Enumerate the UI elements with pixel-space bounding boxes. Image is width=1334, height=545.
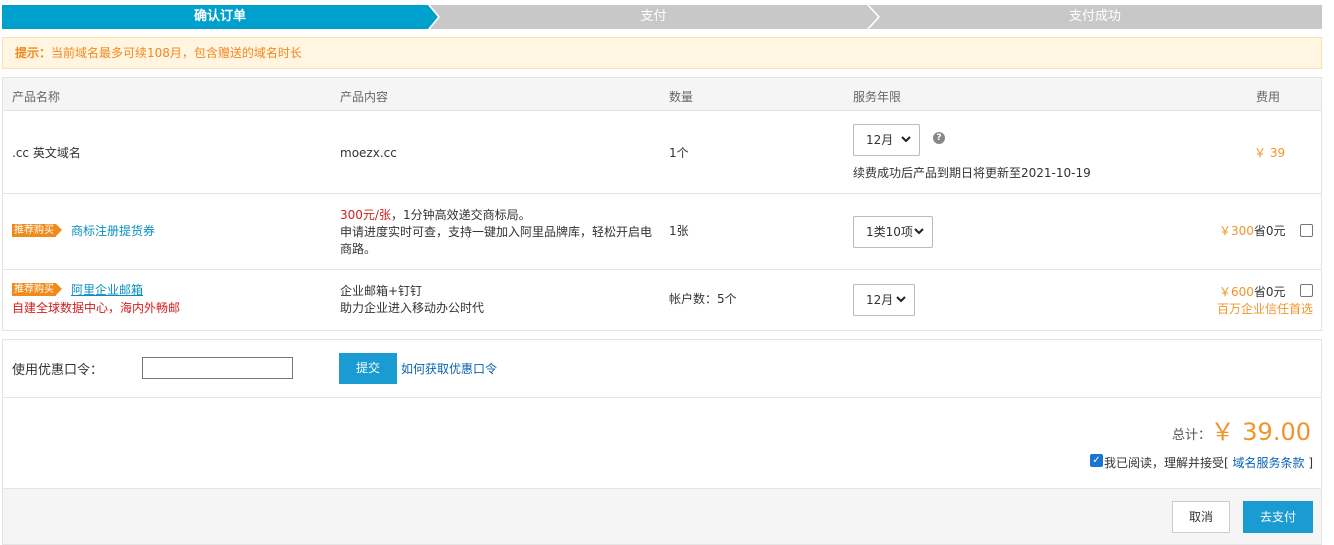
step-success-label: 支付成功 [1068, 9, 1121, 24]
notice-label: 提示： [15, 46, 52, 60]
product-content: 300元/张，1分钟高效递交商标局。 申请进度实时可查，支持一键加入阿里品牌库，… [340, 207, 660, 258]
fee-group: ￥300省0元 [1219, 223, 1286, 240]
notice-text: 当前域名最多可续108月，包含赠送的域名时长 [51, 46, 302, 60]
product-subline: 自建全球数据中心，海内外畅邮 [12, 301, 181, 315]
coupon-input[interactable] [142, 357, 293, 379]
agreement-text: 我已阅读，理解并接受[ 域名服务条款 ] [1104, 454, 1313, 471]
content-highlight: 300元/张 [340, 208, 391, 222]
fee-group: ￥600省0元 [1219, 284, 1286, 301]
spec-select[interactable]: 1类10项 [853, 216, 933, 248]
table-row-trademark: 推荐购买 商标注册提货券 300元/张，1分钟高效递交商标局。 申请进度实时可查… [3, 194, 1321, 270]
terms-link[interactable]: 域名服务条款 [1233, 456, 1305, 470]
table-row-mail: 推荐购买 阿里企业邮箱 自建全球数据中心，海内外畅邮 企业邮箱+钉钉 助力企业进… [3, 270, 1321, 331]
product-fee: ￥ 39 [1254, 146, 1286, 160]
product-quantity: 1张 [669, 224, 689, 238]
agreement-close: ] [1308, 456, 1314, 470]
content-rest: ，1分钟高效递交商标局。 [390, 208, 531, 222]
product-quantity: 帐户数：5个 [669, 292, 737, 306]
renew-note: 续费成功后产品到期日将更新至2021-10-19 [853, 166, 1091, 180]
progress-steps: 确认订单 支付 支付成功 [2, 5, 1322, 29]
total-value: ￥ 39.00 [1210, 418, 1311, 446]
select-checkbox[interactable] [1300, 284, 1313, 297]
header-service-period: 服务年限 [853, 90, 902, 104]
action-footer: 取消 去支付 [3, 488, 1321, 544]
step-payment-label: 支付 [640, 9, 667, 24]
coupon-help-link[interactable]: 如何获取优惠口令 [401, 360, 497, 377]
checkout-panel: 使用优惠口令： 提交 如何获取优惠口令 总计： ￥ 39.00 ✓ 我已阅读，理… [2, 339, 1322, 545]
divider [3, 397, 1321, 398]
header-product-name: 产品名称 [12, 90, 61, 104]
step-success: 支付成功 [868, 5, 1322, 29]
chevron-down-icon [901, 136, 911, 143]
period-select-value: 12月 [866, 133, 894, 147]
period-select-value: 12月 [866, 293, 894, 307]
product-name-link[interactable]: 阿里企业邮箱 [71, 282, 143, 299]
product-fee: ￥300 [1219, 224, 1254, 238]
content-line2: 助力企业进入移动办公时代 [340, 301, 485, 315]
step-confirm-order: 确认订单 [2, 5, 438, 29]
header-quantity: 数量 [669, 90, 694, 104]
select-checkbox[interactable] [1300, 224, 1313, 237]
help-icon[interactable]: ? [933, 132, 945, 144]
header-fee: 费用 [1256, 90, 1281, 104]
agreement-checkbox[interactable]: ✓ [1090, 454, 1103, 467]
total-label: 总计： [1171, 428, 1211, 443]
product-content: 企业邮箱+钉钉 助力企业进入移动办公时代 [340, 283, 484, 317]
saved-amount: 省0元 [1253, 224, 1286, 238]
table-row-domain: .cc 英文域名 moezx.cc 1个 12月 ? 续费成功后产品到期日将更新… [3, 112, 1321, 194]
content-line1: 企业邮箱+钉钉 [340, 284, 423, 298]
product-fee: ￥600 [1219, 285, 1254, 299]
recommend-tag: 推荐购买 [12, 224, 62, 237]
notice-bar: 提示：当前域名最多可续108月，包含赠送的域名时长 [2, 37, 1322, 69]
coupon-submit-button[interactable]: 提交 [339, 353, 397, 384]
header-product-content: 产品内容 [340, 90, 389, 104]
product-name-link[interactable]: 商标注册提货券 [71, 223, 155, 240]
coupon-label: 使用优惠口令： [12, 363, 104, 378]
order-confirm-page: 确认订单 支付 支付成功 提示：当前域名最多可续108月，包含赠送的域名时长 产… [0, 0, 1334, 545]
chevron-down-icon [914, 228, 924, 235]
recommend-tag: 推荐购买 [12, 283, 62, 296]
product-content: moezx.cc [340, 146, 397, 160]
chevron-down-icon [896, 296, 906, 303]
agreement-label: 我已阅读，理解并接受[ [1104, 456, 1229, 470]
period-select[interactable]: 12月 [853, 124, 920, 156]
spec-select-value: 1类10项 [866, 225, 913, 239]
step-payment: 支付 [429, 5, 878, 29]
fee-note: 百万企业信任首选 [1217, 302, 1314, 316]
saved-amount: 省0元 [1253, 285, 1286, 299]
product-name: .cc 英文域名 [12, 146, 81, 160]
product-quantity: 1个 [669, 146, 689, 160]
pay-button[interactable]: 去支付 [1243, 501, 1313, 533]
cancel-button[interactable]: 取消 [1172, 501, 1230, 533]
product-table: 产品名称 产品内容 数量 服务年限 费用 .cc 英文域名 moezx.cc 1… [2, 77, 1322, 331]
period-select[interactable]: 12月 [853, 284, 915, 316]
table-header: 产品名称 产品内容 数量 服务年限 费用 [3, 78, 1321, 111]
step-confirm-label: 确认订单 [193, 9, 246, 24]
content-line2: 申请进度实时可查，支持一键加入阿里品牌库，轻松开启电 [340, 225, 653, 239]
content-line3: 商路。 [340, 242, 377, 256]
